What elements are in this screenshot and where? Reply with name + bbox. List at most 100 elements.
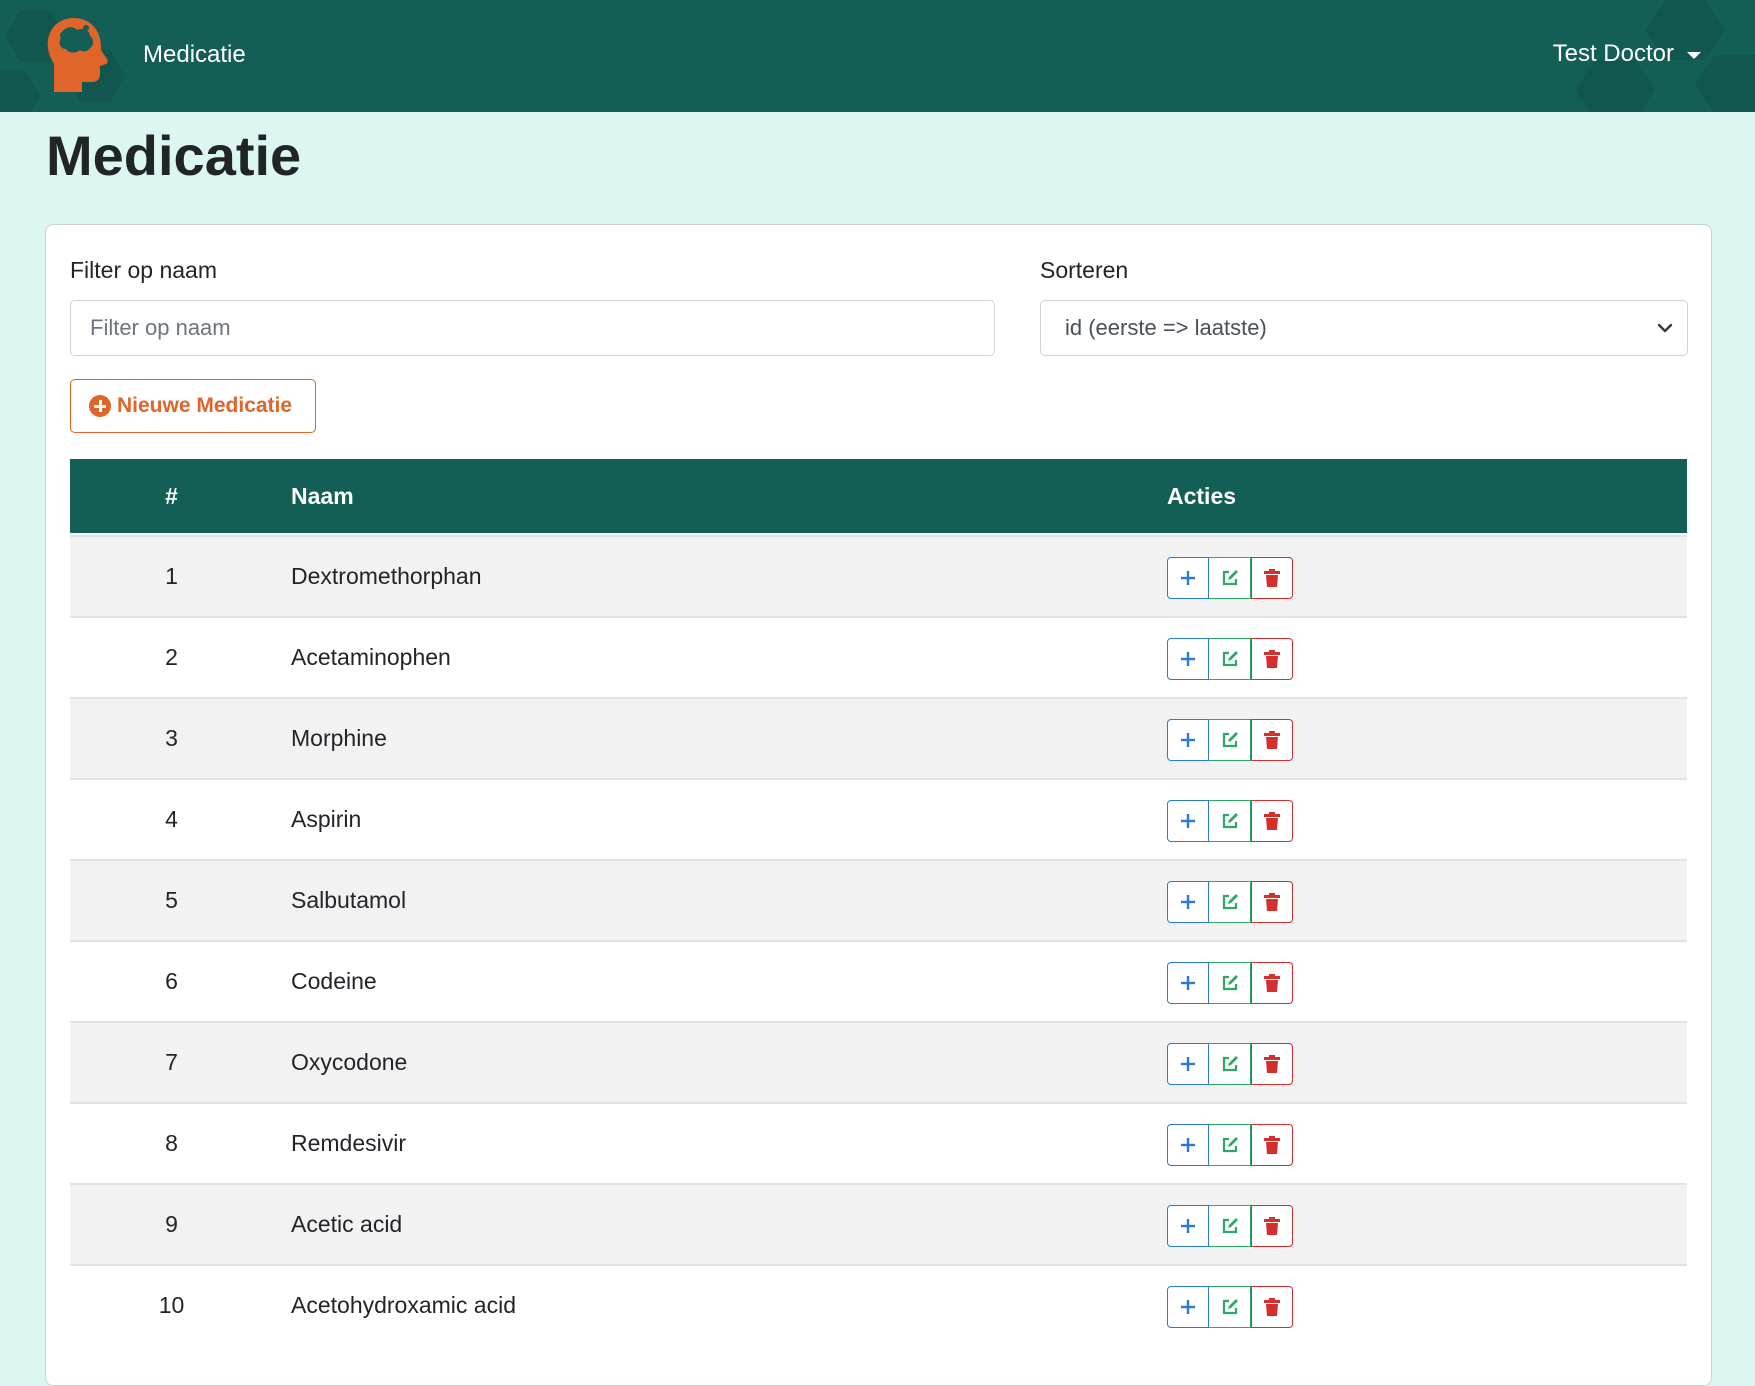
new-medication-label: Nieuwe Medicatie: [117, 394, 293, 417]
row-actions: [1167, 1286, 1293, 1328]
delete-button[interactable]: [1251, 881, 1293, 923]
plus-icon: [1181, 571, 1195, 585]
row-name: Acetohydroxamic acid: [291, 1292, 516, 1318]
row-name: Acetaminophen: [291, 644, 451, 670]
table-row: 9 Acetic acid: [70, 1183, 1687, 1265]
row-actions: [1167, 638, 1293, 680]
table-row: 2 Acetaminophen: [70, 616, 1687, 698]
row-id: 5: [165, 887, 178, 913]
column-name: Naam: [291, 483, 354, 509]
trash-icon: [1264, 1136, 1280, 1154]
add-button[interactable]: [1167, 719, 1209, 761]
table-row: 10 Acetohydroxamic acid: [70, 1264, 1687, 1346]
filter-input[interactable]: [70, 300, 995, 356]
edit-button[interactable]: [1209, 557, 1251, 599]
sort-select[interactable]: id (eerste => laatste): [1040, 300, 1688, 356]
edit-button[interactable]: [1209, 638, 1251, 680]
caret-down-icon: [1687, 51, 1701, 59]
plus-icon: [1181, 1219, 1195, 1233]
add-button[interactable]: [1167, 962, 1209, 1004]
table-row: 1 Dextromethorphan: [70, 535, 1687, 617]
chevron-down-icon: [1657, 323, 1673, 333]
table-row: 4 Aspirin: [70, 778, 1687, 860]
add-button[interactable]: [1167, 1124, 1209, 1166]
table-header: # Naam Acties: [70, 459, 1687, 533]
edit-icon: [1222, 813, 1238, 829]
row-actions: [1167, 557, 1293, 599]
row-name: Morphine: [291, 725, 387, 751]
edit-icon: [1222, 1137, 1238, 1153]
row-name: Remdesivir: [291, 1130, 407, 1156]
row-id: 4: [165, 806, 178, 832]
brain-head-logo[interactable]: [44, 16, 112, 94]
edit-icon: [1222, 1299, 1238, 1315]
row-id: 7: [165, 1049, 178, 1075]
add-button[interactable]: [1167, 1286, 1209, 1328]
navbar-brand[interactable]: Medicatie: [143, 41, 246, 69]
new-medication-button[interactable]: Nieuwe Medicatie: [70, 379, 316, 433]
edit-icon: [1222, 975, 1238, 991]
edit-button[interactable]: [1209, 1124, 1251, 1166]
plus-icon: [1181, 1300, 1195, 1314]
row-actions: [1167, 881, 1293, 923]
edit-icon: [1222, 732, 1238, 748]
edit-icon: [1222, 570, 1238, 586]
row-actions: [1167, 1043, 1293, 1085]
delete-button[interactable]: [1251, 800, 1293, 842]
edit-button[interactable]: [1209, 881, 1251, 923]
row-name: Oxycodone: [291, 1049, 408, 1075]
delete-button[interactable]: [1251, 557, 1293, 599]
row-id: 3: [165, 725, 178, 751]
edit-icon: [1222, 894, 1238, 910]
trash-icon: [1264, 974, 1280, 992]
filter-label: Filter op naam: [70, 257, 218, 283]
add-button[interactable]: [1167, 557, 1209, 599]
plus-icon: [1181, 1057, 1195, 1071]
delete-button[interactable]: [1251, 1286, 1293, 1328]
edit-icon: [1222, 1218, 1238, 1234]
row-actions: [1167, 800, 1293, 842]
edit-button[interactable]: [1209, 800, 1251, 842]
delete-button[interactable]: [1251, 1205, 1293, 1247]
delete-button[interactable]: [1251, 719, 1293, 761]
delete-button[interactable]: [1251, 638, 1293, 680]
edit-button[interactable]: [1209, 719, 1251, 761]
column-id: #: [165, 483, 178, 509]
edit-button[interactable]: [1209, 1205, 1251, 1247]
sort-selected-value: id (eerste => laatste): [1065, 315, 1267, 340]
edit-button[interactable]: [1209, 1286, 1251, 1328]
delete-button[interactable]: [1251, 1043, 1293, 1085]
plus-icon: [1181, 814, 1195, 828]
delete-button[interactable]: [1251, 1124, 1293, 1166]
add-button[interactable]: [1167, 1043, 1209, 1085]
table-row: 5 Salbutamol: [70, 859, 1687, 941]
add-button[interactable]: [1167, 638, 1209, 680]
row-actions: [1167, 719, 1293, 761]
user-menu[interactable]: Test Doctor: [1553, 40, 1701, 68]
row-name: Aspirin: [291, 806, 362, 832]
plus-icon: [1181, 652, 1195, 666]
trash-icon: [1264, 1055, 1280, 1073]
add-button[interactable]: [1167, 800, 1209, 842]
row-actions: [1167, 962, 1293, 1004]
page-title: Medicatie: [46, 124, 302, 187]
plus-circle-icon: [89, 395, 111, 417]
add-button[interactable]: [1167, 1205, 1209, 1247]
trash-icon: [1264, 893, 1280, 911]
plus-icon: [1181, 733, 1195, 747]
edit-button[interactable]: [1209, 962, 1251, 1004]
row-name: Codeine: [291, 968, 377, 994]
table-row: 7 Oxycodone: [70, 1021, 1687, 1103]
sort-label: Sorteren: [1040, 257, 1129, 283]
trash-icon: [1264, 1217, 1280, 1235]
row-id: 1: [165, 563, 178, 589]
edit-button[interactable]: [1209, 1043, 1251, 1085]
delete-button[interactable]: [1251, 962, 1293, 1004]
row-name: Acetic acid: [291, 1211, 403, 1237]
trash-icon: [1264, 731, 1280, 749]
add-button[interactable]: [1167, 881, 1209, 923]
trash-icon: [1264, 812, 1280, 830]
row-id: 9: [165, 1211, 178, 1237]
row-actions: [1167, 1124, 1293, 1166]
trash-icon: [1264, 650, 1280, 668]
